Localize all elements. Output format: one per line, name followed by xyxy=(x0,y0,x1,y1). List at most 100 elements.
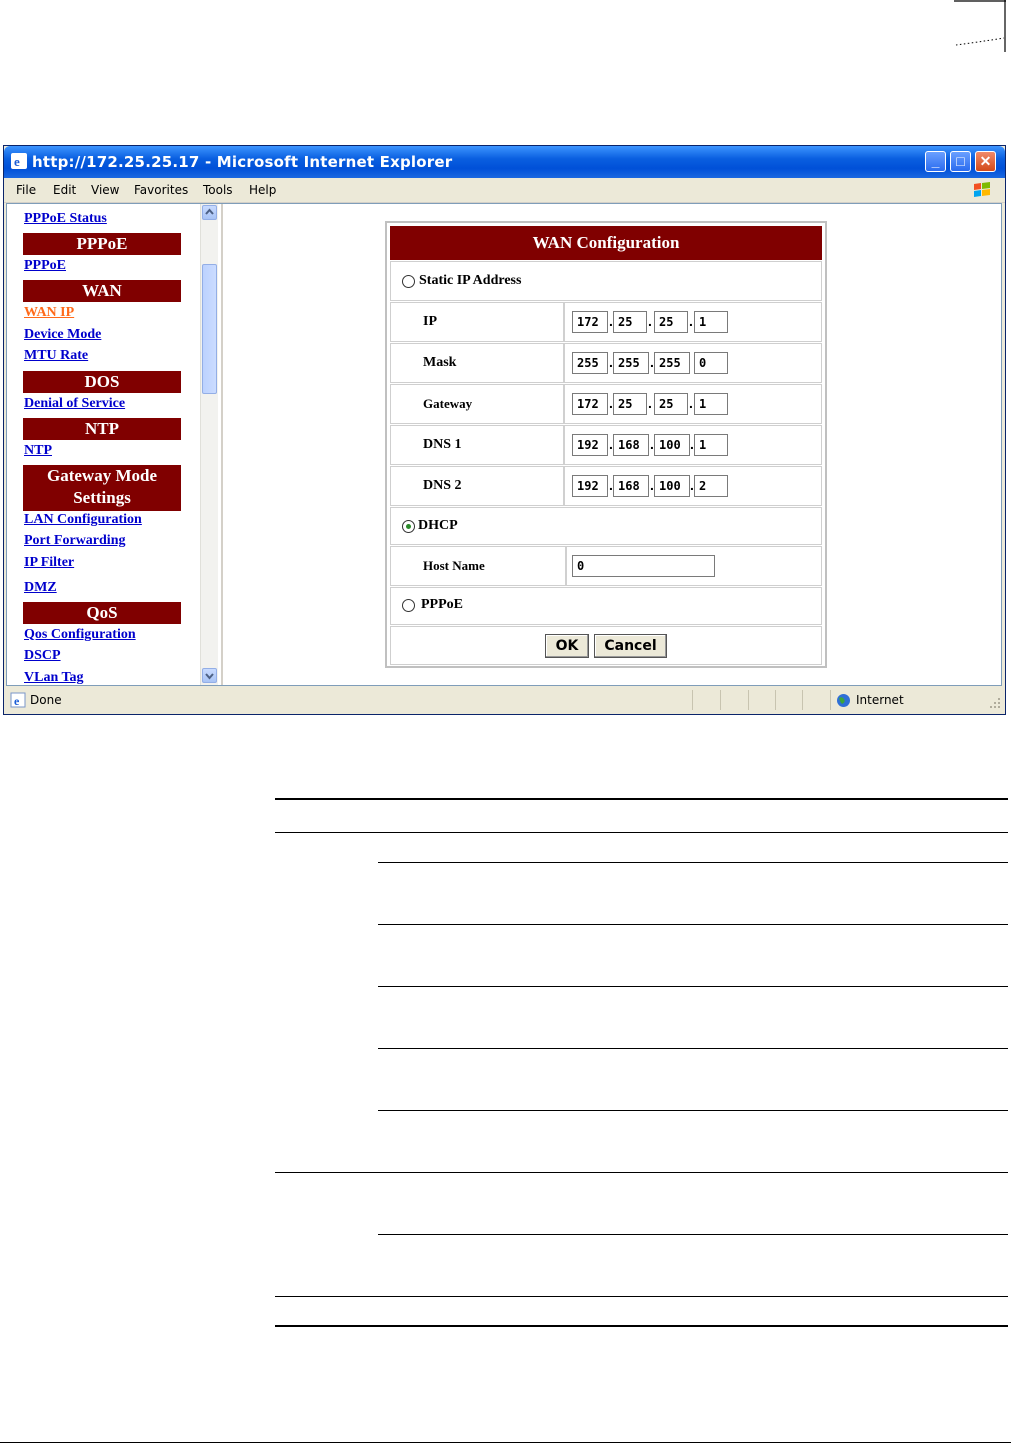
dhcp-label: DHCP xyxy=(418,518,458,533)
dns2-row: DNS 2 192 . 168 . 100 . 2 xyxy=(390,466,822,506)
static-ip-row: Static IP Address xyxy=(390,261,822,301)
pppoe-row: PPPoE xyxy=(390,587,822,625)
status-text: Done xyxy=(30,693,62,707)
table-row-rule xyxy=(378,924,1008,925)
dns2-octet-1[interactable]: 192 xyxy=(572,475,608,497)
gateway-octet-3[interactable]: 25 xyxy=(654,393,688,415)
window-title: http://172.25.25.17 - Microsoft Internet… xyxy=(32,153,453,171)
table-row-rule xyxy=(378,1048,1008,1049)
dns2-label: DNS 2 xyxy=(423,478,462,493)
nav-link-mtu-rate[interactable]: MTU Rate xyxy=(24,348,88,364)
nav-header-pppoe: PPPoE xyxy=(23,233,181,255)
nav-header-ntp: NTP xyxy=(23,418,181,440)
svg-text:e: e xyxy=(14,694,20,708)
resize-grip-icon[interactable] xyxy=(989,697,1001,709)
dns2-octet-3[interactable]: 100 xyxy=(654,475,690,497)
ip-octet-3[interactable]: 25 xyxy=(654,311,688,333)
windows-logo-icon xyxy=(974,182,990,197)
status-bar: e Done Internet xyxy=(4,687,1005,714)
gateway-octet-1[interactable]: 172 xyxy=(572,393,608,415)
mask-octet-4[interactable]: 0 xyxy=(694,352,728,374)
nav-link-port-forwarding[interactable]: Port Forwarding xyxy=(24,533,125,549)
gateway-label: Gateway xyxy=(423,396,473,411)
host-name-label: Host Name xyxy=(423,558,485,573)
dns2-octet-4[interactable]: 2 xyxy=(694,475,728,497)
dhcp-row: DHCP xyxy=(390,507,822,545)
nav-link-vlan-tag[interactable]: VLan Tag xyxy=(24,670,84,685)
ok-button[interactable]: OK xyxy=(545,634,589,658)
page-corner-mark xyxy=(954,0,1006,52)
menu-favorites[interactable]: Favorites xyxy=(134,183,188,197)
nav-header-dos: DOS xyxy=(23,371,181,393)
nav-link-denial-of-service[interactable]: Denial of Service xyxy=(24,396,125,412)
dhcp-radio[interactable] xyxy=(402,520,415,533)
wan-configuration-panel: WAN Configuration Static IP Address IP 1… xyxy=(385,221,827,668)
ip-octet-1[interactable]: 172 xyxy=(572,311,608,333)
nav-link-lan-configuration[interactable]: LAN Configuration xyxy=(24,512,142,528)
nav-link-pppoe-status[interactable]: PPPoE Status xyxy=(24,211,107,227)
dns1-octet-2[interactable]: 168 xyxy=(613,434,649,456)
buttons-row: OK Cancel xyxy=(390,626,822,665)
host-name-input[interactable]: 0 xyxy=(572,555,715,577)
zone-text: Internet xyxy=(856,693,904,707)
wan-configuration-title: WAN Configuration xyxy=(390,226,822,260)
dns1-octet-1[interactable]: 192 xyxy=(572,434,608,456)
menu-bar: File Edit View Favorites Tools Help xyxy=(4,178,1005,203)
host-name-row: Host Name 0 xyxy=(390,546,822,586)
dns1-octet-4[interactable]: 1 xyxy=(694,434,728,456)
menu-view[interactable]: View xyxy=(91,183,119,197)
dns2-octet-2[interactable]: 168 xyxy=(613,475,649,497)
menu-edit[interactable]: Edit xyxy=(53,183,76,197)
svg-text:e: e xyxy=(14,154,20,169)
mask-octet-2[interactable]: 255 xyxy=(613,352,649,374)
nav-link-device-mode[interactable]: Device Mode xyxy=(24,327,101,343)
ip-label: IP xyxy=(423,314,437,329)
close-button[interactable]: ✕ xyxy=(975,151,996,172)
menu-help[interactable]: Help xyxy=(249,183,276,197)
table-section-rule xyxy=(275,1296,1008,1297)
nav-link-wan-ip[interactable]: WAN IP xyxy=(24,305,74,321)
page-footer-rule xyxy=(0,1442,1011,1443)
scroll-thumb[interactable] xyxy=(202,264,217,394)
dns1-octet-3[interactable]: 100 xyxy=(654,434,690,456)
nav-link-qos-configuration[interactable]: Qos Configuration xyxy=(24,627,136,643)
internet-explorer-icon: e xyxy=(11,153,27,169)
nav-link-ntp[interactable]: NTP xyxy=(24,443,52,459)
ip-octet-2[interactable]: 25 xyxy=(613,311,647,333)
nav-header-gateway-line2: Settings xyxy=(73,488,131,507)
table-header-rule xyxy=(275,832,1008,833)
navigation-frame: PPPoE Status PPPoE PPPoE WAN WAN IP Devi… xyxy=(7,204,223,685)
mask-octet-3[interactable]: 255 xyxy=(654,352,690,374)
table-section-rule xyxy=(275,1172,1008,1173)
page-done-icon: e xyxy=(10,692,26,708)
cancel-button[interactable]: Cancel xyxy=(594,634,667,658)
static-ip-radio[interactable] xyxy=(402,275,415,288)
minimize-button[interactable]: _ xyxy=(925,151,946,172)
table-row-rule xyxy=(378,1110,1008,1111)
nav-link-ip-filter[interactable]: IP Filter xyxy=(24,555,74,571)
dns1-label: DNS 1 xyxy=(423,437,462,452)
nav-link-dscp[interactable]: DSCP xyxy=(24,648,61,664)
table-row-rule xyxy=(378,986,1008,987)
browser-content: PPPoE Status PPPoE PPPoE WAN WAN IP Devi… xyxy=(6,203,1002,686)
static-ip-label: Static IP Address xyxy=(419,273,522,288)
pppoe-radio[interactable] xyxy=(402,599,415,612)
title-bar[interactable]: e http://172.25.25.17 - Microsoft Intern… xyxy=(4,146,1005,178)
maximize-button[interactable]: □ xyxy=(950,151,971,172)
ip-octet-4[interactable]: 1 xyxy=(694,311,728,333)
scroll-down-arrow-icon[interactable] xyxy=(202,668,217,683)
table-top-rule xyxy=(275,798,1008,800)
gateway-octet-4[interactable]: 1 xyxy=(694,393,728,415)
menu-tools[interactable]: Tools xyxy=(203,183,233,197)
nav-link-pppoe[interactable]: PPPoE xyxy=(24,258,66,274)
nav-header-gateway-line1: Gateway Mode xyxy=(46,466,157,485)
mask-octet-1[interactable]: 255 xyxy=(572,352,608,374)
nav-header-qos: QoS xyxy=(23,602,181,624)
nav-link-dmz[interactable]: DMZ xyxy=(24,580,57,596)
scroll-up-arrow-icon[interactable] xyxy=(202,205,217,220)
menu-file[interactable]: File xyxy=(16,183,36,197)
gateway-octet-2[interactable]: 25 xyxy=(613,393,647,415)
browser-window: e http://172.25.25.17 - Microsoft Intern… xyxy=(3,145,1006,715)
nav-scrollbar[interactable] xyxy=(200,204,218,685)
internet-zone-globe-icon xyxy=(837,694,850,707)
